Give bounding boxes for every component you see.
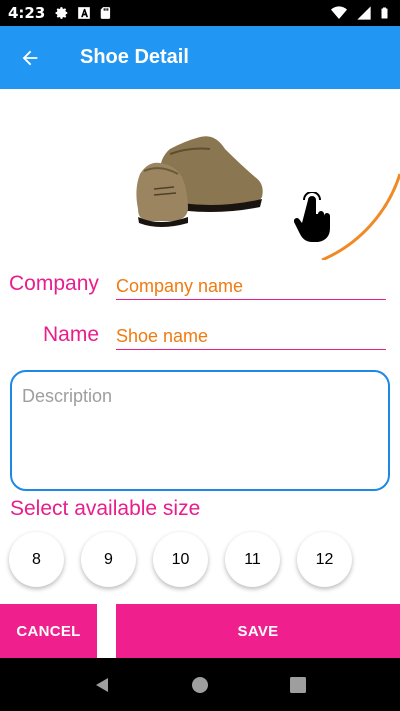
app-bar: Shoe Detail	[0, 26, 400, 89]
name-input[interactable]	[116, 326, 386, 347]
tap-hand-icon	[294, 192, 330, 242]
name-field[interactable]	[116, 320, 386, 350]
shoe-image	[136, 136, 263, 227]
wifi-icon	[331, 6, 347, 19]
description-box[interactable]	[10, 370, 390, 491]
page-title: Shoe Detail	[80, 46, 189, 68]
arrow-left-icon	[22, 50, 38, 65]
size-chip-8[interactable]: 8	[9, 532, 64, 587]
size-chip-9[interactable]: 9	[81, 532, 136, 587]
description-input[interactable]	[22, 386, 378, 475]
signal-icon	[357, 6, 371, 20]
cancel-button[interactable]: CANCEL	[0, 604, 97, 658]
company-field[interactable]	[116, 270, 386, 300]
shoe-image-area[interactable]	[0, 89, 400, 260]
status-bar: 4:23	[0, 0, 400, 26]
size-chip-10[interactable]: 10	[153, 532, 208, 587]
size-chip-11[interactable]: 11	[225, 532, 280, 587]
size-chip-12[interactable]: 12	[297, 532, 352, 587]
status-time: 4:23	[8, 4, 46, 22]
back-triangle-icon[interactable]	[93, 676, 111, 694]
save-button[interactable]: SAVE	[116, 604, 400, 658]
system-nav-bar	[0, 658, 400, 711]
battery-icon	[381, 7, 388, 19]
size-chip-row: 8 9 10 11 12	[9, 532, 352, 587]
recents-square-icon[interactable]	[289, 676, 307, 694]
company-label: Company	[9, 272, 99, 295]
back-button[interactable]	[0, 26, 60, 89]
gear-icon	[55, 7, 68, 19]
company-input[interactable]	[116, 276, 386, 297]
home-circle-icon[interactable]	[191, 676, 209, 694]
sd-card-icon	[101, 7, 111, 19]
size-label: Select available size	[10, 497, 201, 520]
name-label: Name	[43, 323, 100, 346]
a-badge-icon	[78, 7, 91, 19]
